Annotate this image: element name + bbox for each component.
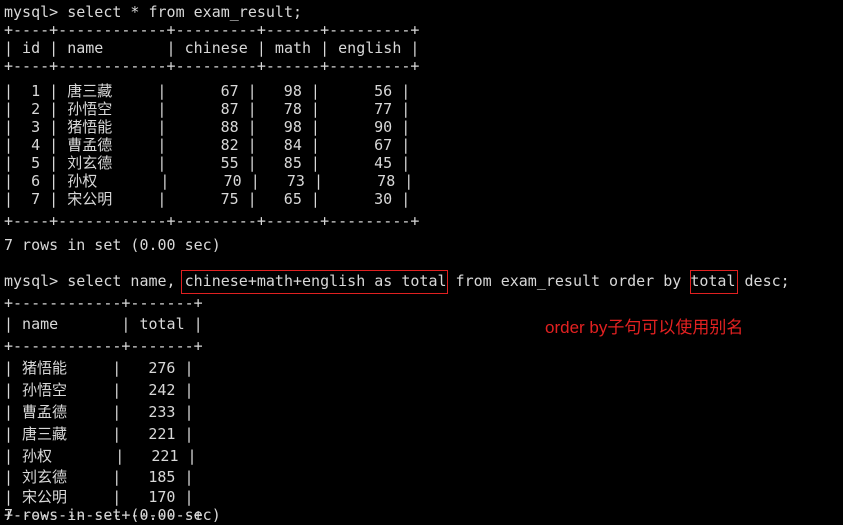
table-row: | 刘玄德 | 185 | xyxy=(4,468,194,486)
table2-separator-middle: +------------+-------+ xyxy=(4,337,203,355)
table-row: | 唐三藏 | 221 | xyxy=(4,425,194,443)
table-row: | 5 | 刘玄德 | 55 | 85 | 45 | xyxy=(4,154,411,172)
table2-separator-top: +------------+-------+ xyxy=(4,294,203,312)
annotation-note: order by子句可以使用别名 xyxy=(545,318,744,337)
table1-header-row: | id | name | chinese | math | english | xyxy=(4,39,420,57)
table-row: | 7 | 宋公明 | 75 | 65 | 30 | xyxy=(4,190,411,208)
table-row: | 3 | 猪悟能 | 88 | 98 | 90 | xyxy=(4,118,411,136)
table-row: | 6 | 孙权 | 70 | 73 | 78 | xyxy=(4,172,414,190)
table1-separator-bottom: +----+------------+---------+------+----… xyxy=(4,212,420,230)
table-row: | 宋公明 | 170 | xyxy=(4,488,194,506)
command-line-select-total: mysql> select name, chinese+math+english… xyxy=(4,272,790,290)
table-row: | 孙权 | 221 | xyxy=(4,447,197,465)
table-row: | 4 | 曹孟德 | 82 | 84 | 67 | xyxy=(4,136,411,154)
table-row: | 猪悟能 | 276 | xyxy=(4,359,194,377)
table-row: | 曹孟德 | 233 | xyxy=(4,403,194,421)
command-line-select-all: mysql> select * from exam_result; xyxy=(4,3,303,21)
table2-status-line: 7 rows in set (0.00 sec) xyxy=(4,506,221,524)
table-row: | 孙悟空 | 242 | xyxy=(4,381,194,399)
terminal-window[interactable]: mysql> select * from exam_result; +----+… xyxy=(0,0,843,524)
table1-status-line: 7 rows in set (0.00 sec) xyxy=(4,236,221,254)
table-row: | 2 | 孙悟空 | 87 | 78 | 77 | xyxy=(4,100,411,118)
table1-separator-top: +----+------------+---------+------+----… xyxy=(4,21,420,39)
table1-separator-middle: +----+------------+---------+------+----… xyxy=(4,57,420,75)
table2-header-row: | name | total | xyxy=(4,315,203,333)
table-row: | 1 | 唐三藏 | 67 | 98 | 56 | xyxy=(4,82,411,100)
